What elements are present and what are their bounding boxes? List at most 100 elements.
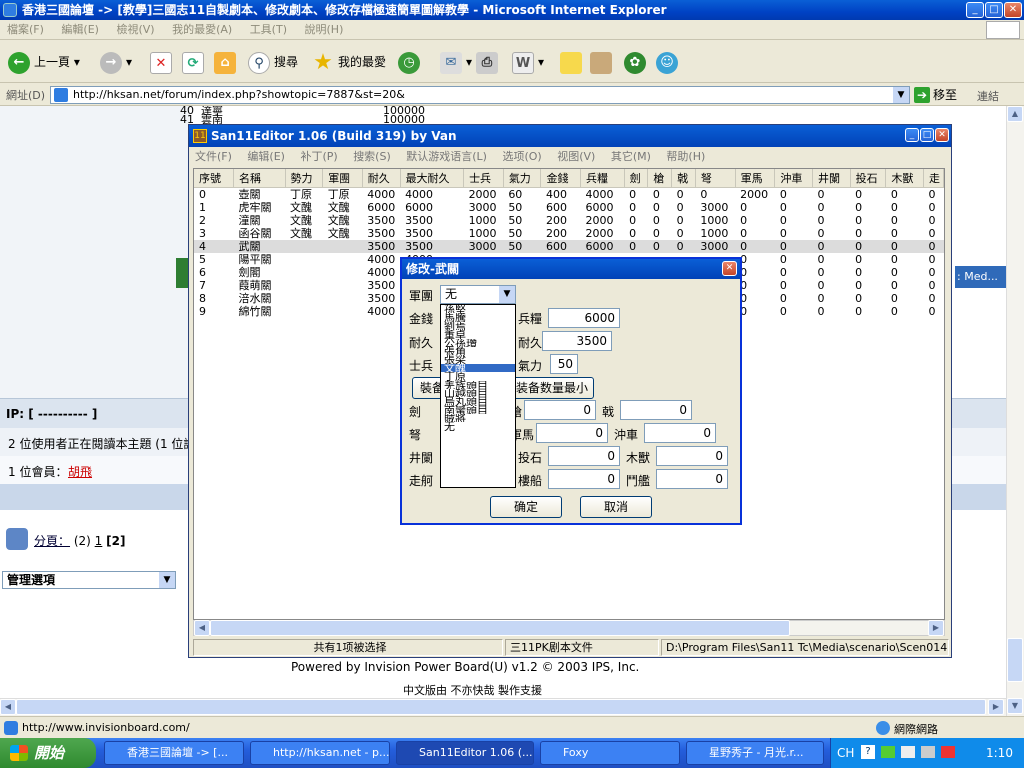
column-header[interactable]: 軍馬 (735, 169, 776, 188)
start-button[interactable]: 開始 (0, 738, 96, 768)
network-icon[interactable] (901, 746, 915, 758)
editor-minimize-button[interactable]: _ (905, 128, 919, 142)
go-button[interactable]: ➔ 移至 (914, 86, 957, 103)
cancel-button[interactable]: 取消 (580, 496, 652, 518)
column-header[interactable]: 士兵 (463, 169, 504, 188)
menu-edit[interactable]: 編輯(E) (54, 20, 106, 40)
refresh-button[interactable]: ⟳ (182, 49, 208, 75)
antivirus-icon[interactable] (941, 746, 955, 758)
column-header[interactable]: 槍 (647, 169, 673, 188)
army-option[interactable]: 劉焉 (441, 322, 515, 330)
minimize-button[interactable]: _ (966, 2, 984, 18)
ed-menu-view[interactable]: 视图(V) (551, 147, 601, 167)
army-option[interactable]: 羌族頭目 (441, 381, 515, 389)
halberd-input[interactable]: 0 (620, 400, 692, 420)
home-button[interactable]: ⌂ (214, 49, 240, 75)
hscroll-thumb[interactable] (16, 699, 986, 715)
column-header[interactable]: 兵糧 (580, 169, 625, 188)
chevron-down-icon[interactable]: ▼ (499, 286, 515, 303)
column-header[interactable]: 沖車 (774, 169, 814, 188)
address-input[interactable]: http://hksan.net/forum/index.php?showtop… (50, 86, 910, 104)
menu-file[interactable]: 檔案(F) (0, 20, 51, 40)
task-foxy[interactable]: Foxy (540, 741, 680, 765)
scroll-down-icon[interactable]: ▼ (1007, 698, 1023, 714)
editor-maximize-button[interactable]: □ (920, 128, 934, 142)
page-vertical-scrollbar[interactable]: ▲ ▼ (1006, 106, 1024, 716)
tray-app-icon[interactable] (881, 746, 895, 758)
ed-menu-help[interactable]: 帮助(H) (660, 147, 711, 167)
army-option[interactable]: 張角 (441, 347, 515, 355)
army-option[interactable]: 文醜 (441, 363, 515, 373)
army-option[interactable]: 无 (441, 422, 515, 430)
spear-input[interactable]: 0 (524, 400, 596, 420)
close-button[interactable]: ✕ (1004, 2, 1022, 18)
scroll-thumb[interactable] (1007, 638, 1023, 682)
table-row[interactable]: 3 函谷關 文醜 文醜 3500 3500 1000 50 200 2000 0 0 0 1000 0 0 0 0… (194, 227, 944, 240)
column-header[interactable]: 軍團 (322, 169, 363, 188)
ed-menu-other[interactable]: 其它(M) (605, 147, 657, 167)
column-header[interactable]: 井闌 (812, 169, 851, 188)
scroll-right-icon[interactable]: ▶ (988, 699, 1004, 715)
horse-input[interactable]: 0 (536, 423, 608, 443)
beast-input[interactable]: 0 (656, 446, 728, 466)
back-button[interactable]: ← 上一頁 ▾ (8, 49, 80, 75)
stop-button[interactable]: ✕ (150, 49, 176, 75)
editor-close-button[interactable]: ✕ (935, 128, 949, 142)
search-button[interactable]: ⚲ 搜尋 (248, 49, 298, 75)
research-button[interactable] (590, 49, 616, 75)
scroll-left-icon[interactable]: ◀ (0, 699, 16, 715)
print-button[interactable]: ⎙ (476, 49, 502, 75)
ok-button[interactable]: 确定 (490, 496, 562, 518)
menu-tools[interactable]: 工具(T) (243, 20, 294, 40)
links-label[interactable]: 連結 (977, 88, 999, 104)
army-option[interactable]: 張梁 (441, 355, 515, 363)
army-option[interactable]: 丁原 (441, 372, 515, 380)
grid-scroll-left-icon[interactable]: ◀ (194, 620, 210, 636)
grid-horizontal-scrollbar[interactable]: ◀ ▶ (193, 620, 945, 636)
scroll-up-icon[interactable]: ▲ (1007, 106, 1023, 122)
ed-menu-patch[interactable]: 补丁(P) (294, 147, 343, 167)
column-header[interactable]: 金錢 (540, 169, 582, 188)
table-row[interactable]: 2 潼關 文醜 文醜 3500 3500 1000 50 200 2000 0 0 0 1000 0 0 0 0 0… (194, 214, 944, 227)
column-header[interactable]: 木獸 (885, 169, 924, 188)
page-1-link[interactable]: 1 (95, 534, 103, 548)
army-option[interactable]: 賊將 (441, 414, 515, 422)
grid-hscroll-thumb[interactable] (210, 620, 790, 636)
language-indicator[interactable]: CH (837, 738, 854, 768)
member-link[interactable]: 胡飛 (68, 463, 92, 480)
column-header[interactable]: 弩 (695, 169, 736, 188)
ed-menu-language[interactable]: 默认游戏语言(L) (400, 147, 493, 167)
help-icon[interactable]: ? (861, 745, 875, 759)
address-dropdown-icon[interactable]: ▼ (893, 87, 909, 103)
column-header[interactable]: 序號 (194, 169, 235, 188)
table-row[interactable]: 1 虎牢關 文醜 文醜 6000 6000 3000 50 600 6000 0 0 0 3000 0 0 0 0… (194, 201, 944, 214)
army-option[interactable]: 馬騰 (441, 313, 515, 321)
ed-menu-edit[interactable]: 编辑(E) (241, 147, 291, 167)
plugin-button[interactable]: ✿ (624, 49, 650, 75)
ed-menu-search[interactable]: 搜索(S) (347, 147, 397, 167)
menu-help[interactable]: 說明(H) (298, 20, 351, 40)
page-horizontal-scrollbar[interactable]: ◀ ▶ (0, 698, 1006, 716)
maximize-button[interactable]: □ (985, 2, 1003, 18)
army-option[interactable]: 公孫瓚 (441, 339, 515, 347)
table-row[interactable]: 4 武關 3500 3500 3000 50 600 6000 0 0 0 3000 0 0 0 0 0 0 (194, 239, 944, 253)
favorites-button[interactable]: ★ 我的最愛 (312, 49, 386, 75)
mail-button[interactable]: ✉ ▾ (440, 49, 472, 75)
menu-favorites[interactable]: 我的最愛(A) (165, 20, 239, 40)
column-header[interactable]: 耐久 (362, 169, 401, 188)
column-header[interactable]: 最大耐久 (400, 169, 465, 188)
column-header[interactable]: 走 (923, 169, 944, 188)
column-header[interactable]: 名稱 (233, 169, 286, 188)
army-option[interactable]: 孫堅 (441, 305, 515, 313)
task-hksan[interactable]: http://hksan.net - p... (250, 741, 390, 765)
equip-min-button[interactable]: 装备数量最小 (510, 377, 594, 399)
ship-input[interactable]: 0 (548, 469, 620, 489)
ram-input[interactable]: 0 (644, 423, 716, 443)
army-option[interactable]: 烏丸頭目 (441, 397, 515, 405)
speaker-icon[interactable] (921, 746, 935, 758)
task-editor[interactable]: San11Editor 1.06 (... (396, 741, 534, 765)
column-header[interactable]: 戟 (671, 169, 696, 188)
max-durability-input[interactable]: 3500 (542, 331, 612, 351)
column-header[interactable]: 氣力 (503, 169, 542, 188)
messenger-button[interactable]: ☺ (656, 49, 682, 75)
